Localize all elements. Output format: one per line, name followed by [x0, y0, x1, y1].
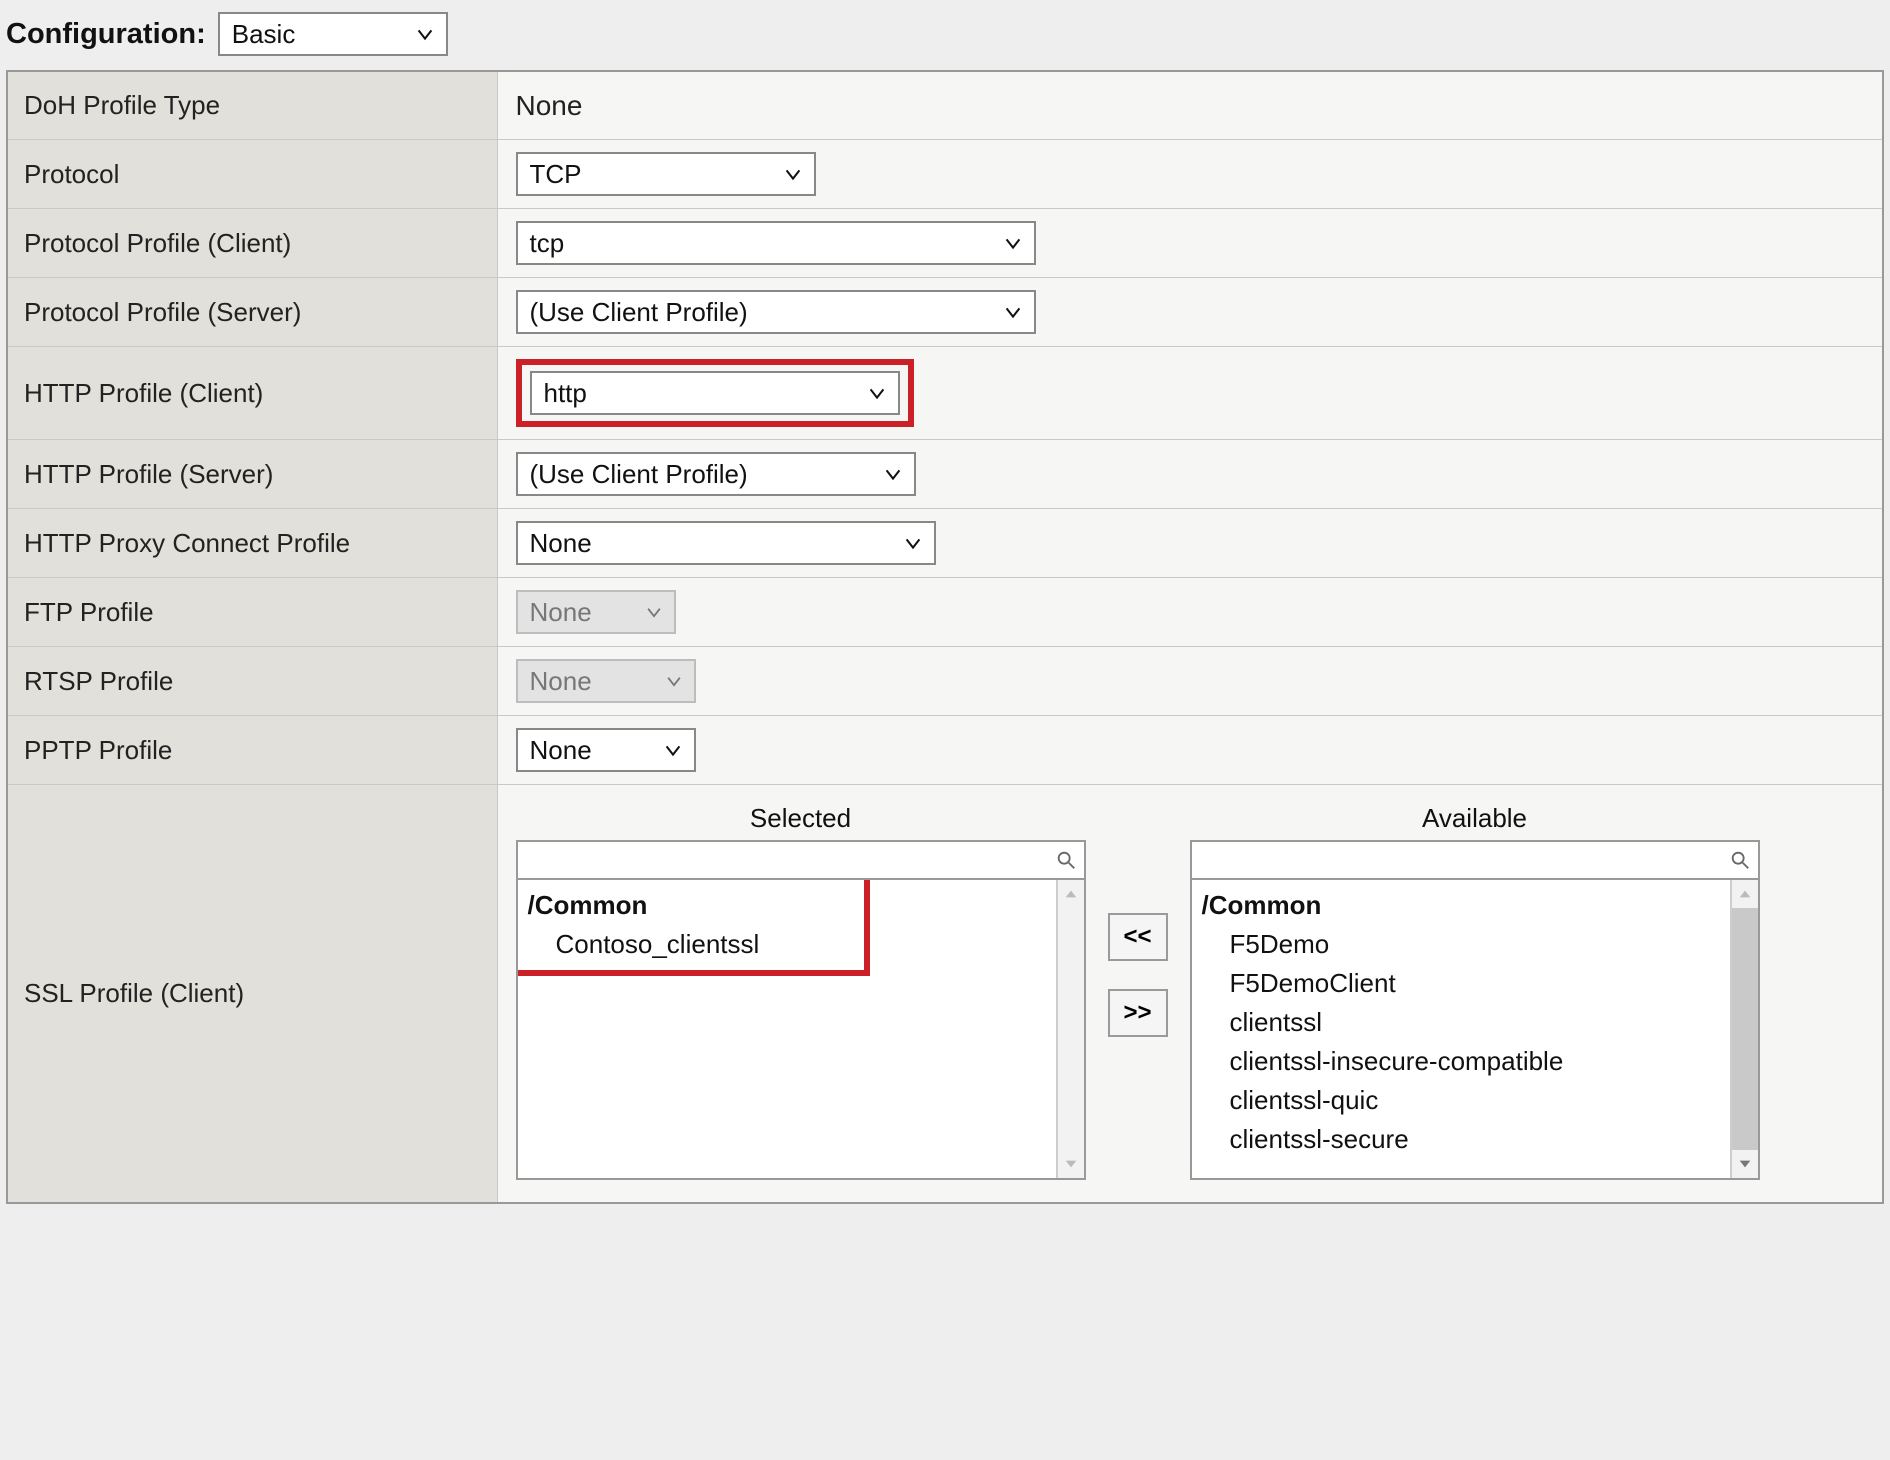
mover-column: << >>: [1108, 803, 1168, 1037]
list-item[interactable]: clientssl: [1202, 1003, 1720, 1042]
available-scrollbar[interactable]: [1730, 880, 1758, 1178]
list-item[interactable]: clientssl-insecure-compatible: [1202, 1042, 1720, 1081]
row-protocol-profile-server: Protocol Profile (Server) (Use Client Pr…: [7, 278, 1883, 347]
available-column: Available /Common F5Demo F5DemoClient cl…: [1190, 803, 1760, 1180]
list-item[interactable]: Contoso_clientssl: [528, 925, 1046, 964]
available-search-row: [1190, 840, 1760, 880]
move-right-button[interactable]: >>: [1108, 989, 1168, 1037]
scroll-up-icon[interactable]: [1058, 880, 1084, 908]
label-http-profile-server: HTTP Profile (Server): [7, 440, 497, 509]
configuration-row: Configuration: Basic: [6, 12, 1884, 56]
list-item[interactable]: clientssl-quic: [1202, 1081, 1720, 1120]
chevron-down-icon: [902, 532, 924, 554]
ssl-profile-dual-list: Selected /Common Contoso_clientssl: [516, 797, 1865, 1190]
chevron-down-icon: [1002, 301, 1024, 323]
label-protocol-profile-server: Protocol Profile (Server): [7, 278, 497, 347]
row-http-profile-server: HTTP Profile (Server) (Use Client Profil…: [7, 440, 1883, 509]
row-doh-profile-type: DoH Profile Type None: [7, 71, 1883, 140]
chevron-down-icon: [866, 382, 888, 404]
scroll-down-icon[interactable]: [1732, 1150, 1758, 1178]
available-listbox-content: /Common F5Demo F5DemoClient clientssl cl…: [1192, 880, 1730, 1178]
available-header: Available: [1422, 803, 1527, 834]
selected-listbox-content: /Common Contoso_clientssl: [518, 880, 1056, 1178]
selected-header: Selected: [750, 803, 851, 834]
http-proxy-connect-select[interactable]: None: [516, 521, 936, 565]
pptp-profile-select[interactable]: None: [516, 728, 696, 772]
protocol-profile-server-select[interactable]: (Use Client Profile): [516, 290, 1036, 334]
chevron-down-icon: [662, 739, 684, 761]
configuration-select-value: Basic: [232, 19, 296, 50]
label-http-proxy-connect: HTTP Proxy Connect Profile: [7, 509, 497, 578]
available-search-input[interactable]: [1192, 842, 1722, 878]
list-item[interactable]: clientssl-secure: [1202, 1120, 1720, 1159]
http-profile-client-select[interactable]: http: [530, 371, 900, 415]
label-pptp-profile: PPTP Profile: [7, 716, 497, 785]
label-ftp-profile: FTP Profile: [7, 578, 497, 647]
label-rtsp-profile: RTSP Profile: [7, 647, 497, 716]
selected-scrollbar[interactable]: [1056, 880, 1084, 1178]
label-ssl-profile-client: SSL Profile (Client): [7, 785, 497, 1204]
http-profile-client-highlight: http: [516, 359, 914, 427]
available-group: /Common: [1202, 886, 1720, 925]
chevron-down-icon: [782, 163, 804, 185]
selected-group: /Common: [528, 886, 1046, 925]
available-listbox[interactable]: /Common F5Demo F5DemoClient clientssl cl…: [1190, 880, 1760, 1180]
selected-search-row: [516, 840, 1086, 880]
row-http-proxy-connect: HTTP Proxy Connect Profile None: [7, 509, 1883, 578]
selected-listbox[interactable]: /Common Contoso_clientssl: [516, 880, 1086, 1180]
list-item[interactable]: F5Demo: [1202, 925, 1720, 964]
protocol-select[interactable]: TCP: [516, 152, 816, 196]
selected-search-input[interactable]: [518, 842, 1048, 878]
settings-table: DoH Profile Type None Protocol TCP Proto…: [6, 70, 1884, 1204]
configuration-select[interactable]: Basic: [218, 12, 448, 56]
label-http-profile-client: HTTP Profile (Client): [7, 347, 497, 440]
chevron-down-icon: [644, 602, 664, 622]
scroll-up-icon[interactable]: [1732, 880, 1758, 908]
scroll-thumb: [1058, 908, 1084, 1150]
http-profile-server-select[interactable]: (Use Client Profile): [516, 452, 916, 496]
row-ftp-profile: FTP Profile None: [7, 578, 1883, 647]
configuration-label: Configuration:: [6, 18, 206, 51]
chevron-down-icon: [414, 23, 436, 45]
scroll-thumb[interactable]: [1732, 908, 1758, 1150]
ftp-profile-select: None: [516, 590, 676, 634]
protocol-profile-client-select[interactable]: tcp: [516, 221, 1036, 265]
search-icon[interactable]: [1048, 849, 1084, 871]
move-left-button[interactable]: <<: [1108, 913, 1168, 961]
list-item[interactable]: F5DemoClient: [1202, 964, 1720, 1003]
search-icon[interactable]: [1722, 849, 1758, 871]
chevron-down-icon: [882, 463, 904, 485]
row-pptp-profile: PPTP Profile None: [7, 716, 1883, 785]
row-protocol: Protocol TCP: [7, 140, 1883, 209]
scroll-down-icon[interactable]: [1058, 1150, 1084, 1178]
label-protocol-profile-client: Protocol Profile (Client): [7, 209, 497, 278]
selected-column: Selected /Common Contoso_clientssl: [516, 803, 1086, 1180]
row-ssl-profile-client: SSL Profile (Client) Selected /Common: [7, 785, 1883, 1204]
chevron-down-icon: [664, 671, 684, 691]
chevron-down-icon: [1002, 232, 1024, 254]
rtsp-profile-select: None: [516, 659, 696, 703]
label-protocol: Protocol: [7, 140, 497, 209]
value-doh-profile-type: None: [516, 90, 583, 121]
row-rtsp-profile: RTSP Profile None: [7, 647, 1883, 716]
row-protocol-profile-client: Protocol Profile (Client) tcp: [7, 209, 1883, 278]
label-doh-profile-type: DoH Profile Type: [7, 71, 497, 140]
row-http-profile-client: HTTP Profile (Client) http: [7, 347, 1883, 440]
